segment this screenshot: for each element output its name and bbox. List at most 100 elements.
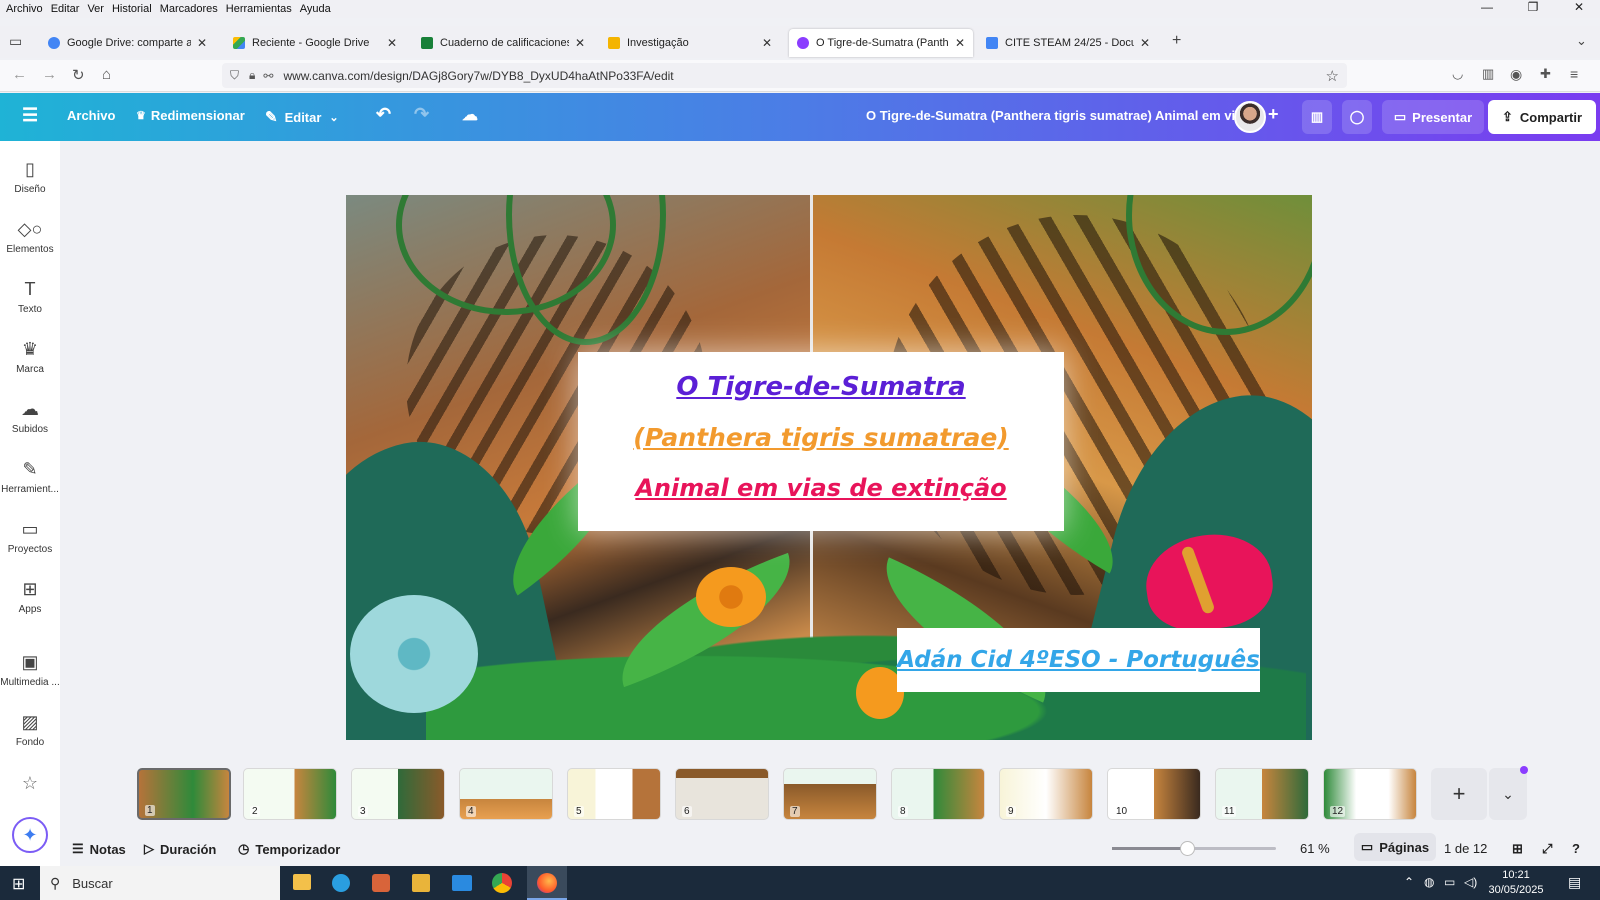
share-button[interactable]: ⇪ Compartir (1488, 100, 1596, 134)
tab-reciente-drive[interactable]: Reciente - Google Drive ✕ (225, 29, 405, 57)
zoom-slider[interactable] (1112, 841, 1276, 856)
tab-google-drive[interactable]: Google Drive: comparte archivos ✕ (40, 29, 215, 57)
menu-archivo[interactable]: Archivo (6, 3, 43, 15)
pocket-icon[interactable]: ◡ (1452, 66, 1463, 82)
author-text[interactable]: Adán Cid 4ºESO - Português (897, 647, 1260, 673)
clock-time[interactable]: 10:21 (1488, 869, 1544, 881)
insights-button[interactable]: ▥ (1302, 100, 1332, 134)
menu-ayuda[interactable]: Ayuda (300, 3, 331, 15)
minimize-icon[interactable]: — (1468, 0, 1506, 14)
sidebar-item-diseno[interactable]: ▯ Diseño (0, 159, 60, 195)
menu-editar[interactable]: Editar (51, 3, 80, 15)
zoom-level[interactable]: 61 % (1300, 841, 1330, 856)
thumbnail-page-10[interactable]: 10 (1107, 768, 1201, 820)
invite-plus-icon[interactable]: + (1268, 104, 1279, 125)
clock-date[interactable]: 30/05/2025 (1488, 884, 1544, 896)
sidebar-item-subidos[interactable]: ☁ Subidos (0, 399, 60, 435)
thumbnail-page-2[interactable]: 2 (243, 768, 337, 820)
media-app-icon[interactable] (372, 874, 390, 892)
starred-icon[interactable]: ☆ (0, 773, 60, 794)
menu-historial[interactable]: Historial (112, 3, 152, 15)
tab-cite-steam[interactable]: CITE STEAM 24/25 - Document ✕ (978, 29, 1158, 57)
chrome-icon[interactable] (492, 873, 512, 893)
grid-view-icon[interactable]: ⊞ (1512, 841, 1523, 857)
list-tabs-icon[interactable]: ⌄ (1576, 33, 1587, 49)
thumbnail-page-4[interactable]: 4 (459, 768, 553, 820)
thumbnail-page-8[interactable]: 8 (891, 768, 985, 820)
taskbar-search[interactable]: ⚲ Buscar (40, 866, 280, 900)
bookmark-star-icon[interactable]: ☆ (1326, 67, 1339, 85)
tab-close-icon[interactable]: ✕ (197, 36, 207, 50)
tab-close-icon[interactable]: ✕ (575, 36, 585, 50)
tab-close-icon[interactable]: ✕ (1140, 36, 1150, 50)
author-card[interactable]: Adán Cid 4ºESO - Português (897, 628, 1260, 692)
home-icon[interactable]: ⌂ (102, 66, 111, 83)
sidebar-item-proyectos[interactable]: ▭ Proyectos (0, 519, 60, 555)
thumbnail-page-11[interactable]: 11 (1215, 768, 1309, 820)
store-icon[interactable] (412, 874, 430, 892)
mail-icon[interactable] (452, 875, 472, 891)
tray-app-icon[interactable]: ◍ (1424, 875, 1434, 889)
sidebar-item-multimedia[interactable]: ▣ Multimedia ... (0, 652, 60, 688)
back-icon[interactable]: ← (12, 66, 27, 83)
archivo-button[interactable]: Archivo (67, 108, 115, 123)
thumbnail-page-1[interactable]: 1 (137, 768, 231, 820)
duration-button[interactable]: ▷ Duración (144, 841, 216, 857)
tab-close-icon[interactable]: ✕ (955, 36, 965, 50)
maximize-icon[interactable]: ❐ (1514, 0, 1552, 14)
sidebar-item-herramientas[interactable]: ✎ Herramient... (0, 459, 60, 495)
thumbnail-page-5[interactable]: 5 (567, 768, 661, 820)
volume-icon[interactable]: ◁) (1464, 875, 1477, 889)
document-title[interactable]: O Tigre-de-Sumatra (Panthera tigris suma… (866, 108, 1246, 123)
menu-ver[interactable]: Ver (87, 3, 104, 15)
redo-icon[interactable]: ↷ (414, 104, 429, 125)
slide-title[interactable]: O Tigre-de-Sumatra (578, 372, 1064, 402)
tab-investigacao[interactable]: Investigação ✕ (600, 29, 780, 57)
slide-subtitle[interactable]: (Panthera tigris sumatrae) (578, 423, 1064, 452)
title-card[interactable]: O Tigre-de-Sumatra (Panthera tigris suma… (578, 352, 1064, 531)
thumbnail-page-3[interactable]: 3 (351, 768, 445, 820)
thumbnail-page-7[interactable]: 7 (783, 768, 877, 820)
sidebar-icon[interactable]: ▥ (1482, 66, 1494, 82)
menu-marcadores[interactable]: Marcadores (160, 3, 218, 15)
zoom-slider-handle[interactable] (1180, 841, 1195, 856)
add-page-button[interactable]: + (1431, 768, 1487, 820)
page-options-button[interactable]: ⌄ (1489, 768, 1527, 820)
file-explorer-icon[interactable] (293, 874, 311, 890)
timer-button[interactable]: ◷ Temporizador (238, 841, 340, 857)
sidebar-item-texto[interactable]: T Texto (0, 279, 60, 315)
firefox-taskbar-active[interactable] (527, 866, 567, 900)
account-icon[interactable]: ◉ (1510, 66, 1522, 83)
slide-canvas[interactable]: O Tigre-de-Sumatra (Panthera tigris suma… (346, 195, 1312, 740)
hamburger-menu-icon[interactable]: ☰ (22, 105, 38, 126)
tab-cuaderno[interactable]: Cuaderno de calificaciones de 4 ✕ (413, 29, 593, 57)
url-text[interactable]: www.canva.com/design/DAGj8Gory7w/DYB8_Dy… (283, 69, 673, 83)
edge-icon[interactable] (332, 874, 350, 892)
menu-herramientas[interactable]: Herramientas (226, 3, 292, 15)
network-icon[interactable]: ▭ (1444, 875, 1455, 889)
thumbnail-page-9[interactable]: 9 (999, 768, 1093, 820)
reload-icon[interactable]: ↻ (72, 66, 85, 84)
edit-button[interactable]: ✎ Editar ⌄ (265, 108, 339, 126)
url-bar[interactable]: ⛉ 🔒︎ ⚯ www.canva.com/design/DAGj8Gory7w/… (222, 63, 1347, 88)
tab-tigre-sumatra[interactable]: O Tigre-de-Sumatra (Panthera t ✕ (789, 29, 973, 57)
tab-overview-icon[interactable]: ▭ (9, 33, 22, 50)
windows-start-icon[interactable]: ⊞ (12, 874, 25, 894)
sidebar-item-elementos[interactable]: ◇○ Elementos (0, 219, 60, 255)
thumbnail-page-12[interactable]: 12 (1323, 768, 1417, 820)
tab-close-icon[interactable]: ✕ (387, 36, 397, 50)
help-icon[interactable]: ? (1572, 841, 1580, 856)
close-window-icon[interactable]: ✕ (1560, 0, 1598, 14)
resize-button[interactable]: ♛ Redimensionar (136, 108, 245, 123)
notifications-icon[interactable]: ▤ (1568, 874, 1581, 891)
pages-button[interactable]: ▭ Páginas (1354, 833, 1436, 861)
sidebar-item-fondo[interactable]: ▨ Fondo (0, 712, 60, 748)
undo-icon[interactable]: ↶ (376, 104, 391, 125)
app-menu-icon[interactable]: ≡ (1570, 66, 1578, 82)
thumbnail-page-6[interactable]: 6 (675, 768, 769, 820)
notes-button[interactable]: ☰ Notas (72, 841, 126, 857)
forward-icon[interactable]: → (42, 66, 57, 83)
sidebar-item-marca[interactable]: ♛ Marca (0, 339, 60, 375)
fullscreen-icon[interactable]: ⤢ (1542, 841, 1552, 857)
avatar[interactable] (1234, 101, 1266, 133)
